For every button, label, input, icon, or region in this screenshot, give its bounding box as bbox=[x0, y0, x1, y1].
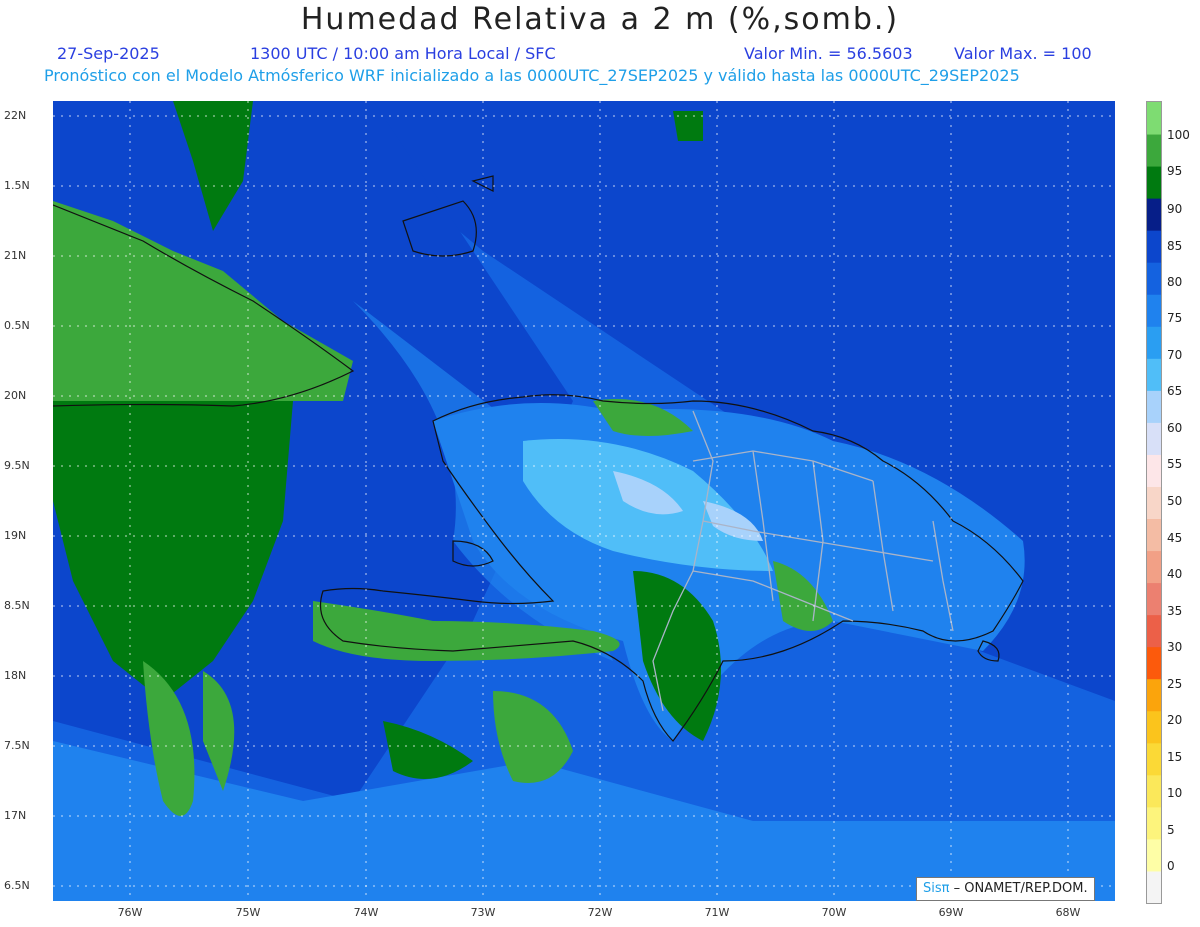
colorbar-segment bbox=[1147, 518, 1161, 552]
lon-label-70w: 70W bbox=[821, 906, 847, 919]
colorbar-segment bbox=[1147, 774, 1161, 808]
lat-label-19-5n: 9.5N bbox=[4, 459, 30, 472]
colorbar-segment bbox=[1147, 870, 1161, 903]
colorbar-label-50: 50 bbox=[1167, 494, 1183, 508]
colorbar-label-15: 15 bbox=[1167, 750, 1183, 764]
colorbar-segment bbox=[1147, 678, 1161, 712]
lon-label-68w: 68W bbox=[1055, 906, 1081, 919]
colorbar-segment bbox=[1147, 646, 1161, 680]
colorbar-label-0: 0 bbox=[1167, 859, 1175, 873]
forecast-date: 27-Sep-2025 bbox=[57, 44, 160, 63]
lon-label-76w: 76W bbox=[117, 906, 143, 919]
lon-label-69w: 69W bbox=[938, 906, 964, 919]
lat-label-17n: 17N bbox=[4, 809, 27, 822]
lon-label-73w: 73W bbox=[470, 906, 496, 919]
colorbar-segment bbox=[1147, 614, 1161, 648]
colorbar-label-10: 10 bbox=[1167, 786, 1183, 800]
lat-label-21n: 21N bbox=[4, 249, 27, 262]
colorbar-label-5: 5 bbox=[1167, 823, 1175, 837]
colorbar-label-85: 85 bbox=[1167, 239, 1183, 253]
colorbar-segment bbox=[1147, 422, 1161, 455]
lat-label-16-5n: 6.5N bbox=[4, 879, 30, 892]
colorbar-label-25: 25 bbox=[1167, 677, 1183, 691]
lat-label-19n: 19N bbox=[4, 529, 27, 542]
lon-label-71w: 71W bbox=[704, 906, 730, 919]
colorbar-segment bbox=[1147, 198, 1161, 231]
colorbar-segment bbox=[1147, 806, 1161, 840]
lat-label-20n: 20N bbox=[4, 389, 27, 402]
credit-org: – ONAMET/REP.DOM. bbox=[953, 881, 1088, 896]
colorbar-label-70: 70 bbox=[1167, 348, 1183, 362]
colorbar-label-45: 45 bbox=[1167, 531, 1183, 545]
colorbar-segment bbox=[1147, 710, 1161, 744]
value-min: Valor Min. = 56.5603 bbox=[744, 44, 913, 63]
colorbar-segment bbox=[1147, 742, 1161, 776]
colorbar-label-40: 40 bbox=[1167, 567, 1183, 581]
value-max: Valor Max. = 100 bbox=[954, 44, 1092, 63]
colorbar-segment bbox=[1147, 326, 1161, 359]
colorbar-label-95: 95 bbox=[1167, 164, 1183, 178]
colorbar-label-20: 20 bbox=[1167, 713, 1183, 727]
lat-label-21-5n: 1.5N bbox=[4, 179, 30, 192]
colorbar-segment bbox=[1147, 390, 1161, 423]
map-title: Humedad Relativa a 2 m (%,somb.) bbox=[300, 2, 900, 37]
colorbar-segment bbox=[1147, 550, 1161, 584]
colorbar-segment bbox=[1147, 102, 1161, 135]
humidity-map bbox=[53, 101, 1115, 901]
model-info: Pronóstico con el Modelo Atmósferico WRF… bbox=[44, 66, 1020, 85]
colorbar-segment bbox=[1147, 454, 1161, 487]
colorbar-label-80: 80 bbox=[1167, 275, 1183, 289]
colorbar-label-35: 35 bbox=[1167, 604, 1183, 618]
lon-label-72w: 72W bbox=[587, 906, 613, 919]
colorbar-segment bbox=[1147, 486, 1161, 520]
colorbar-segment bbox=[1147, 262, 1161, 295]
colorbar-label-75: 75 bbox=[1167, 311, 1183, 325]
colorbar-segment bbox=[1147, 838, 1161, 872]
colorbar-segment bbox=[1147, 230, 1161, 263]
colorbar-label-100: 100 bbox=[1167, 128, 1190, 142]
colorbar-segment bbox=[1147, 166, 1161, 199]
lat-label-22n: 22N bbox=[4, 109, 27, 122]
colorbar-label-60: 60 bbox=[1167, 421, 1183, 435]
colorbar-label-55: 55 bbox=[1167, 457, 1183, 471]
lat-label-18n: 18N bbox=[4, 669, 27, 682]
lon-label-74w: 74W bbox=[353, 906, 379, 919]
colorbar-label-30: 30 bbox=[1167, 640, 1183, 654]
lat-label-17-5n: 7.5N bbox=[4, 739, 30, 752]
colorbar bbox=[1146, 101, 1162, 904]
credit-sis: Sisπ bbox=[923, 881, 950, 896]
colorbar-segment bbox=[1147, 134, 1161, 167]
lon-label-75w: 75W bbox=[235, 906, 261, 919]
forecast-time: 1300 UTC / 10:00 am Hora Local / SFC bbox=[250, 44, 556, 63]
lat-label-18-5n: 8.5N bbox=[4, 599, 30, 612]
forecast-info-line: 27-Sep-2025 1300 UTC / 10:00 am Hora Loc… bbox=[0, 44, 1200, 66]
colorbar-segment bbox=[1147, 582, 1161, 616]
credit-box: Sisπ – ONAMET/REP.DOM. bbox=[916, 877, 1095, 901]
colorbar-label-90: 90 bbox=[1167, 202, 1183, 216]
colorbar-segment bbox=[1147, 294, 1161, 327]
lat-label-20-5n: 0.5N bbox=[4, 319, 30, 332]
colorbar-segment bbox=[1147, 358, 1161, 391]
colorbar-label-65: 65 bbox=[1167, 384, 1183, 398]
